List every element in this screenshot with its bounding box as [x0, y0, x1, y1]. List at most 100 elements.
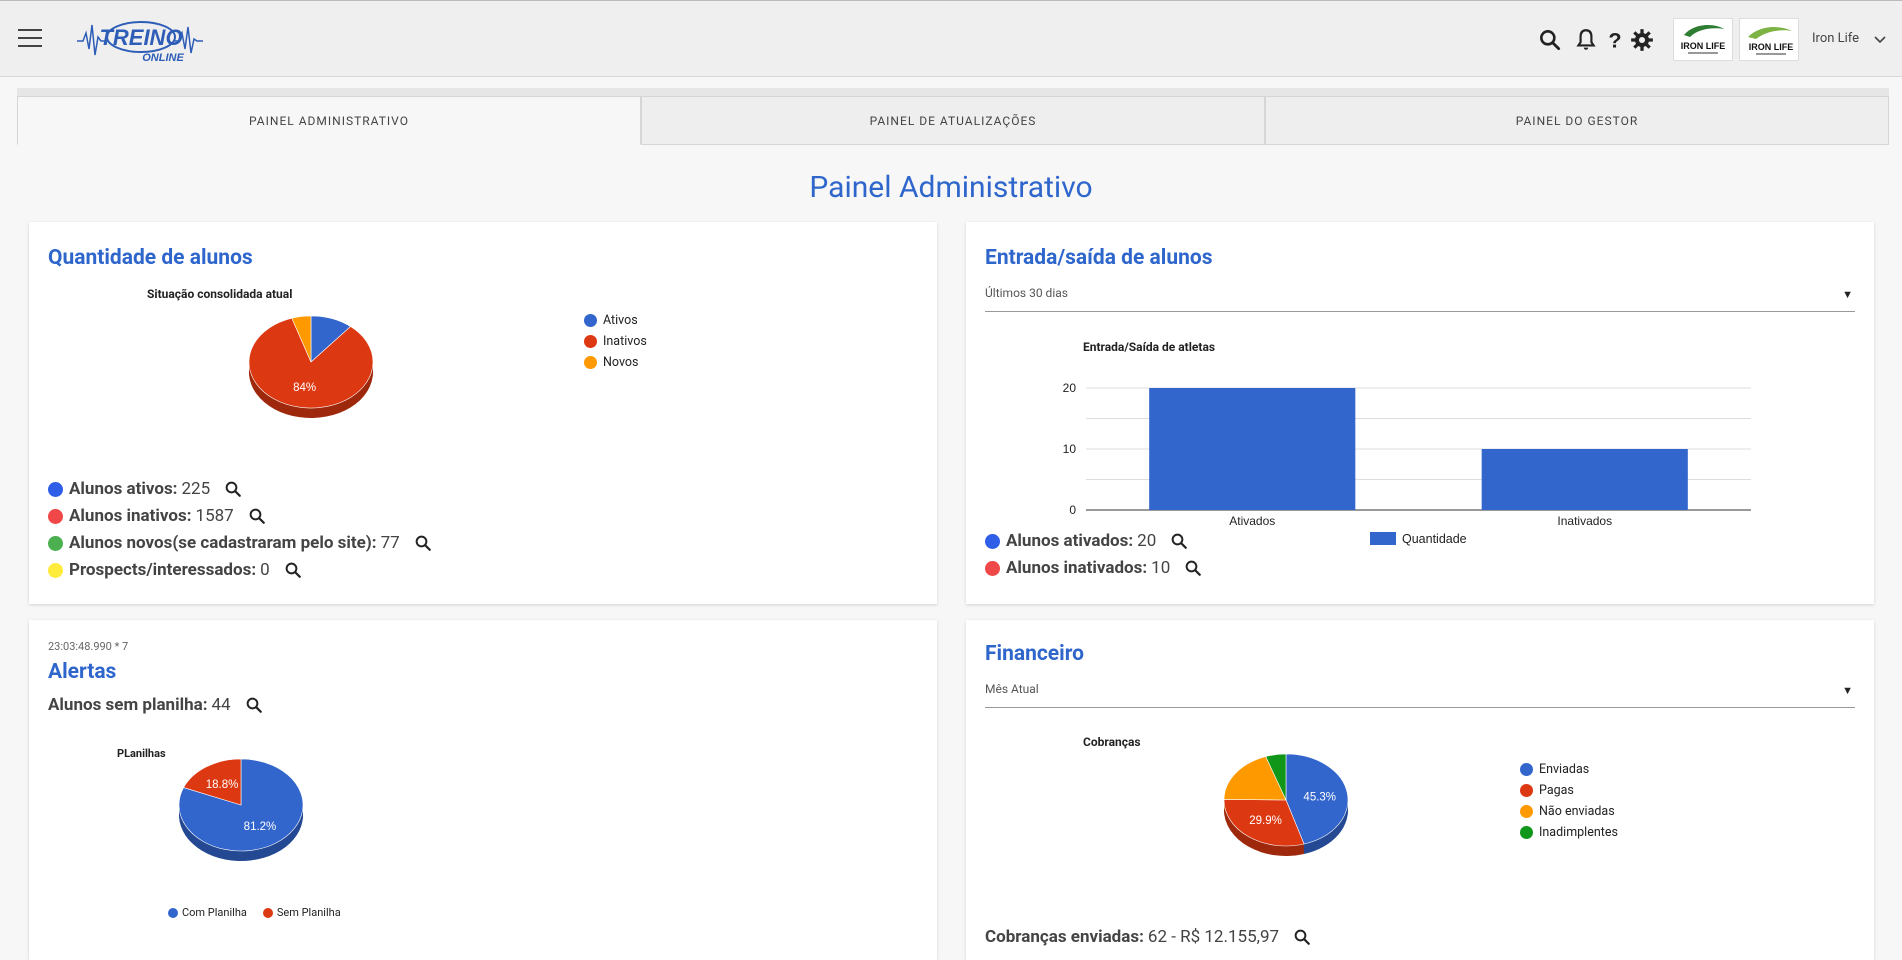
stat-alunos-novos: Alunos novos(se cadastraram pelo site): …	[48, 531, 432, 555]
search-icon[interactable]	[1293, 928, 1311, 946]
stat-prospects: Prospects/interessados: 0	[48, 558, 302, 582]
card-title: Alertas	[48, 660, 117, 684]
brand-logo-1[interactable]: IRON LIFE	[1673, 18, 1733, 61]
page-title: Painel Administrativo	[809, 170, 1093, 205]
legend-swatch	[1520, 784, 1533, 797]
legend-item[interactable]: Não enviadas	[1520, 801, 1618, 822]
stat-alunos-inativados: Alunos inativados: 10	[985, 556, 1202, 580]
period-select[interactable]: Últimos 30 dias ▼	[985, 286, 1855, 312]
bar-chart-entrada-saida: 0 10 20 Ativados Inativados Quantidade	[1063, 381, 1751, 546]
y-tick-label: 10	[1063, 442, 1077, 456]
bar-ativados[interactable]	[1149, 388, 1356, 510]
search-icon[interactable]	[1184, 559, 1202, 577]
caret-down-icon: ▼	[1842, 684, 1853, 697]
help-icon[interactable]: ?	[1602, 27, 1628, 53]
pie-chart-planilhas: 81.2% 18.8%	[179, 758, 304, 861]
x-tick-label: Inativados	[1557, 514, 1612, 528]
legend-item[interactable]: Inadimplentes	[1520, 822, 1618, 843]
legend-swatch	[584, 356, 597, 369]
legend-swatch	[584, 335, 597, 348]
timestamp: 23:03:48.990 * 7	[48, 640, 129, 653]
logo-text: TREINO	[99, 25, 182, 50]
stat-label: Cobranças enviadas:	[985, 927, 1144, 947]
stat-value: 77	[380, 533, 400, 553]
y-tick-label: 0	[1069, 503, 1076, 517]
tab-painel-administrativo[interactable]: PAINEL ADMINISTRATIVO	[17, 96, 641, 145]
card-financeiro: Financeiro Mês Atual ▼ Cobranças 45.3% 29…	[966, 620, 1874, 960]
pie-data-label: 45.3%	[1303, 791, 1336, 803]
search-icon[interactable]	[245, 696, 263, 714]
card-quantidade-alunos: Quantidade de alunos Situação consolidad…	[29, 222, 937, 604]
status-dot	[48, 481, 63, 497]
period-select[interactable]: Mês Atual ▼	[985, 682, 1855, 708]
stat-value: 0	[260, 560, 270, 580]
stat-value: 225	[181, 479, 211, 499]
card-entrada-saida: Entrada/saída de alunos Últimos 30 dias …	[966, 222, 1874, 604]
legend-item[interactable]: Sem Planilha	[262, 902, 341, 923]
pie-data-label: 84%	[293, 382, 316, 394]
y-tick-label: 20	[1063, 381, 1077, 395]
chart-title: PLanilhas	[117, 747, 166, 760]
bar-inativados[interactable]	[1481, 449, 1688, 510]
svg-text:?: ?	[1608, 28, 1621, 53]
gear-icon[interactable]	[1629, 27, 1655, 53]
brand-logo-1-text: IRON LIFE	[1681, 41, 1726, 51]
status-dot	[985, 560, 1000, 576]
app-logo[interactable]: TREINO ONLINE	[75, 15, 205, 65]
tab-painel-gestor[interactable]: PAINEL DO GESTOR	[1265, 96, 1889, 145]
legend-item[interactable]: Pagas	[1520, 780, 1618, 801]
search-icon[interactable]	[1170, 532, 1188, 550]
x-tick-label: Ativados	[1229, 514, 1275, 528]
chart-title: Situação consolidada atual	[147, 287, 293, 301]
search-icon[interactable]	[224, 480, 242, 498]
legend-item[interactable]: Com Planilha	[168, 902, 247, 923]
stat-cobrancas-enviadas: Cobranças enviadas: 62 - R$ 12.155,97	[985, 925, 1311, 949]
legend-swatch	[1520, 826, 1533, 839]
stat-label: Alunos ativados:	[1006, 531, 1134, 551]
status-dot	[48, 562, 63, 578]
legend-item[interactable]: Inativos	[584, 331, 647, 352]
legend-item[interactable]: Novos	[584, 352, 647, 373]
stat-alunos-sem-planilha: Alunos sem planilha: 44	[48, 693, 263, 717]
legend-label: Não enviadas	[1539, 804, 1615, 819]
brand-logo-2[interactable]: IRON LIFE	[1739, 18, 1799, 61]
legend: Com Planilha Sem Planilha	[168, 902, 341, 923]
status-dot	[48, 508, 63, 524]
stat-label: Alunos inativos:	[69, 506, 192, 526]
status-dot	[48, 535, 63, 551]
legend-item[interactable]: Ativos	[584, 310, 647, 331]
select-value: Últimos 30 dias	[985, 286, 1068, 300]
legend-label: Pagas	[1539, 783, 1574, 798]
stat-label: Prospects/interessados:	[69, 560, 257, 580]
search-icon[interactable]	[284, 561, 302, 579]
legend-label: Sem Planilha	[276, 906, 341, 919]
pie-data-label: 18.8%	[206, 779, 239, 791]
card-title: Financeiro	[985, 642, 1084, 666]
brand-logo-2-text: IRON LIFE	[1749, 42, 1794, 52]
search-icon[interactable]	[248, 507, 266, 525]
user-name[interactable]: Iron Life	[1812, 31, 1859, 46]
legend-label: Com Planilha	[182, 906, 247, 919]
chart-title: Cobranças	[1083, 735, 1141, 749]
stat-alunos-inativos: Alunos inativos: 1587	[48, 504, 266, 528]
legend-item[interactable]: Enviadas	[1520, 759, 1618, 780]
bell-icon[interactable]	[1573, 27, 1599, 53]
search-icon[interactable]	[414, 534, 432, 552]
chevron-down-icon[interactable]	[1873, 33, 1887, 47]
logo-subtext: ONLINE	[142, 52, 184, 64]
stat-value: 44	[211, 695, 231, 715]
stat-alunos-ativos: Alunos ativos: 225	[48, 477, 242, 501]
menu-icon[interactable]	[18, 29, 42, 49]
card-title: Quantidade de alunos	[48, 246, 253, 270]
tab-painel-atualizacoes[interactable]: PAINEL DE ATUALIZAÇÕES	[641, 96, 1265, 145]
search-icon[interactable]	[1537, 27, 1563, 53]
card-title: Entrada/saída de alunos	[985, 246, 1213, 270]
legend-label: Ativos	[603, 313, 638, 328]
legend-label: Enviadas	[1539, 762, 1590, 777]
stat-label: Alunos ativos:	[69, 479, 178, 499]
legend: Enviadas Pagas Não enviadas Inadimplente…	[1520, 759, 1618, 843]
legend-swatch	[262, 907, 273, 918]
legend-swatch	[1370, 532, 1396, 545]
stat-label: Alunos sem planilha:	[48, 695, 208, 715]
pie-data-label: 29.9%	[1249, 815, 1282, 827]
